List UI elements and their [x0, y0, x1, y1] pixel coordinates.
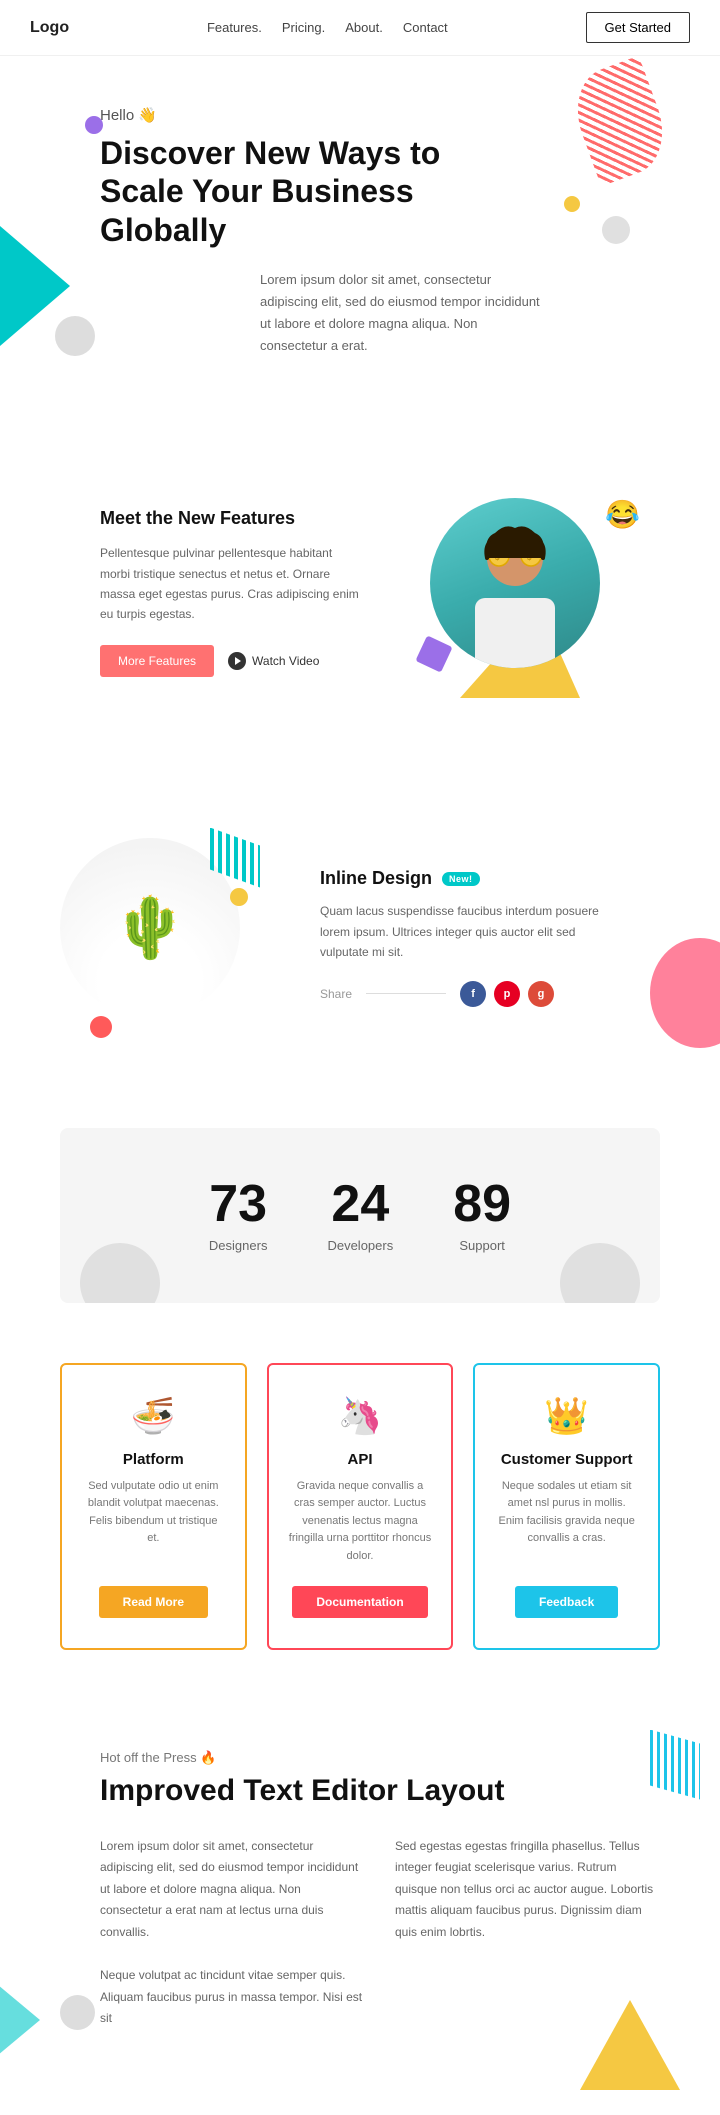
stat-developers: 24 Developers — [327, 1178, 393, 1253]
stats-section: 73 Designers 24 Developers 89 Support — [60, 1128, 660, 1303]
yellow-circle-decoration — [564, 196, 580, 212]
nav-link-pricing[interactable]: Pricing — [282, 20, 325, 35]
blog-columns: Lorem ipsum dolor sit amet, consectetur … — [100, 1836, 660, 2030]
inline-left-col: 🌵 — [60, 828, 280, 1048]
stat-label-support: Support — [453, 1238, 511, 1253]
person-svg: $ $ — [455, 518, 575, 668]
platform-card: 🍜 Platform Sed vulputate odio ut enim bl… — [60, 1363, 247, 1650]
hero-description: Lorem ipsum dolor sit amet, consectetur … — [260, 269, 540, 357]
google-share-icon[interactable]: g — [528, 981, 554, 1007]
stat-number-designers: 73 — [209, 1178, 268, 1230]
stat-support: 89 Support — [453, 1178, 511, 1253]
hero-section: Hello 👋 Discover New Ways to Scale Your … — [0, 56, 720, 418]
blog-col2-text: Sed egestas egestas fringilla phasellus.… — [395, 1836, 660, 1944]
hero-greeting: Hello 👋 — [100, 106, 660, 124]
features-title: Meet the New Features — [100, 508, 360, 529]
features-person-image: $ $ — [430, 498, 600, 668]
nav-link-about[interactable]: About — [345, 20, 383, 35]
gray-blob-right — [560, 1243, 640, 1303]
stat-designers: 73 Designers — [209, 1178, 268, 1253]
platform-card-emoji: 🍜 — [131, 1395, 176, 1437]
yellow-triangle-blog-decoration — [580, 2000, 680, 2090]
share-line-divider — [366, 993, 446, 994]
yellow-circle2-decoration — [230, 888, 248, 906]
features-description: Pellentesque pulvinar pellentesque habit… — [100, 543, 360, 625]
share-label: Share — [320, 987, 352, 1001]
inline-title-row: Inline Design New! — [320, 868, 620, 889]
stat-number-support: 89 — [453, 1178, 511, 1230]
blog-title: Improved Text Editor Layout — [100, 1774, 660, 1808]
purple-card-decoration — [415, 635, 452, 672]
more-features-button[interactable]: More Features — [100, 645, 214, 677]
platform-card-title: Platform — [123, 1451, 184, 1468]
api-card-description: Gravida neque convallis a cras semper au… — [289, 1478, 432, 1566]
share-icons: f p g — [460, 981, 554, 1007]
api-card: 🦄 API Gravida neque convallis a cras sem… — [267, 1363, 454, 1650]
blog-section: Hot off the Press 🔥 Improved Text Editor… — [0, 1690, 720, 2090]
features-right-col: $ $ 😂 — [400, 478, 640, 708]
gray-circle-blog-decoration — [60, 1995, 95, 2030]
hero-title: Discover New Ways to Scale Your Business… — [100, 134, 460, 249]
stat-number-developers: 24 — [327, 1178, 393, 1230]
nav-links: Features Pricing About Contact — [207, 20, 448, 35]
api-card-emoji: 🦄 — [338, 1395, 383, 1437]
facebook-share-icon[interactable]: f — [460, 981, 486, 1007]
person-placeholder: $ $ — [430, 498, 600, 668]
platform-card-description: Sed vulputate odio ut enim blandit volut… — [82, 1478, 225, 1566]
blog-tag: Hot off the Press 🔥 — [100, 1750, 660, 1766]
small-gray-circle-decoration — [602, 216, 630, 244]
api-card-button[interactable]: Documentation — [292, 1586, 427, 1618]
get-started-button[interactable]: Get Started — [586, 12, 690, 43]
features-left-col: Meet the New Features Pellentesque pulvi… — [100, 508, 360, 677]
gray-blob-left — [80, 1243, 160, 1303]
cards-section: 🍜 Platform Sed vulputate odio ut enim bl… — [0, 1323, 720, 1690]
inline-title: Inline Design — [320, 868, 432, 889]
customer-support-card-description: Neque sodales ut etiam sit amet nsl puru… — [495, 1478, 638, 1566]
features-buttons: More Features Watch Video — [100, 645, 360, 677]
nav-link-contact[interactable]: Contact — [403, 20, 448, 35]
nav-link-features[interactable]: Features — [207, 20, 262, 35]
purple-circle-decoration — [85, 116, 103, 134]
blog-col1-text2: Neque volutpat ac tincidunt vitae semper… — [100, 1965, 365, 2030]
stat-label-designers: Designers — [209, 1238, 268, 1253]
play-icon — [228, 652, 246, 670]
share-row: Share f p g — [320, 981, 620, 1007]
inline-design-section: 🌵 Inline Design New! Quam lacus suspendi… — [0, 768, 720, 1108]
api-card-title: API — [348, 1451, 373, 1468]
platform-card-button[interactable]: Read More — [99, 1586, 208, 1618]
red-circle-decoration — [90, 1016, 112, 1038]
watch-video-button[interactable]: Watch Video — [228, 652, 319, 670]
customer-support-card-emoji: 👑 — [544, 1395, 589, 1437]
new-badge: New! — [442, 872, 480, 886]
inline-description: Quam lacus suspendisse faucibus interdum… — [320, 901, 620, 962]
inline-right-col: Inline Design New! Quam lacus suspendiss… — [320, 868, 620, 1006]
customer-support-card-button[interactable]: Feedback — [515, 1586, 618, 1618]
gray-circle-decoration — [55, 316, 95, 356]
laughing-emoji: 😂 — [605, 498, 640, 531]
stat-label-developers: Developers — [327, 1238, 393, 1253]
blog-col-1: Lorem ipsum dolor sit amet, consectetur … — [100, 1836, 365, 2030]
customer-support-card: 👑 Customer Support Neque sodales ut etia… — [473, 1363, 660, 1650]
blog-col1-text: Lorem ipsum dolor sit amet, consectetur … — [100, 1836, 365, 1944]
pinterest-share-icon[interactable]: p — [494, 981, 520, 1007]
watch-video-label: Watch Video — [252, 654, 319, 668]
navbar: Logo Features Pricing About Contact Get … — [0, 0, 720, 56]
features-section: Meet the New Features Pellentesque pulvi… — [0, 418, 720, 768]
logo: Logo — [30, 19, 69, 37]
pink-blob-decoration — [650, 938, 720, 1048]
customer-support-card-title: Customer Support — [501, 1451, 633, 1468]
striped-leaf-decoration — [564, 56, 677, 186]
cyan-triangle-blog-decoration — [0, 1970, 40, 2070]
